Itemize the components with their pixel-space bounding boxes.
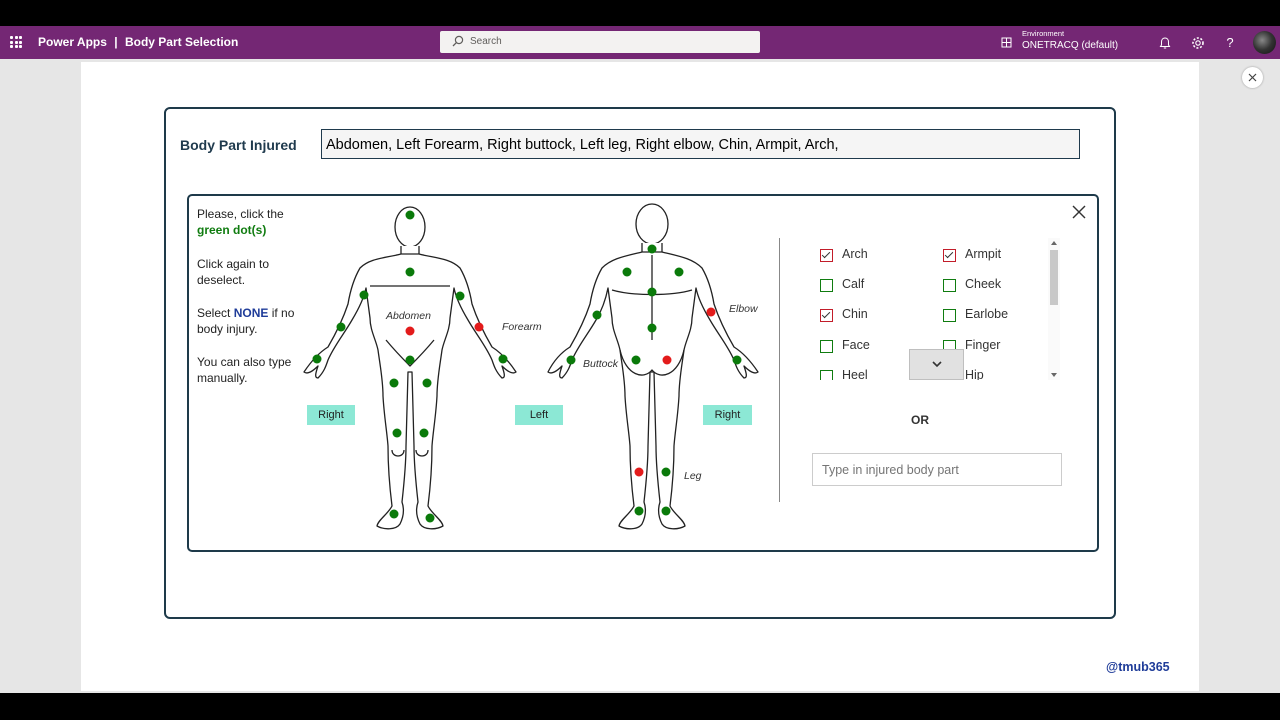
dot-upper-back[interactable] [647, 287, 657, 297]
instruction-deselect: Click again to deselect. [197, 257, 270, 287]
checkbox-label: Face [842, 338, 870, 352]
environment-icon[interactable] [1000, 36, 1013, 49]
label-buttock: Buttock [583, 358, 619, 370]
label-leg: Leg [684, 470, 702, 482]
scroll-down-icon[interactable] [1051, 373, 1057, 377]
checkbox-label: Finger [965, 338, 1001, 352]
dot-chest[interactable] [405, 267, 415, 277]
dot-right-hand[interactable] [312, 354, 322, 364]
help-icon[interactable]: ? [1222, 35, 1238, 51]
chevron-down-icon [932, 361, 942, 368]
expand-list-button[interactable] [909, 349, 964, 380]
instruction-click: Please, click the green dot(s) [197, 206, 297, 238]
checkbox-box[interactable] [943, 309, 956, 322]
dot-back-left-elbow[interactable] [592, 310, 602, 320]
search-box[interactable]: Search [440, 31, 760, 53]
dot-left-forearm[interactable] [474, 322, 484, 332]
dot-right-calf[interactable] [661, 467, 671, 477]
dot-right-thigh[interactable] [389, 378, 399, 388]
front-figure [303, 206, 517, 530]
dot-head[interactable] [405, 210, 415, 220]
side-button-left[interactable]: Left [515, 405, 563, 425]
search-placeholder: Search [470, 36, 502, 47]
checkbox-box[interactable] [820, 370, 833, 380]
dot-right-forearm[interactable] [336, 322, 346, 332]
body-part-label: Body Part Injured [180, 137, 297, 153]
checkbox-label: Hip [965, 368, 984, 380]
dot-left-foot[interactable] [425, 513, 435, 523]
environment-label: Environment [1022, 29, 1065, 38]
checkbox-box[interactable] [820, 249, 833, 262]
checkbox-box[interactable] [820, 340, 833, 353]
body-part-field[interactable]: Abdomen, Left Forearm, Right buttock, Le… [321, 129, 1080, 159]
dot-right-knee[interactable] [392, 428, 402, 438]
bell-icon[interactable] [1157, 35, 1173, 51]
close-panel-icon[interactable] [1071, 204, 1087, 220]
label-abdomen: Abdomen [385, 310, 431, 322]
dot-left-shoulder[interactable] [455, 291, 465, 301]
dot-back-left-shoulder[interactable] [674, 267, 684, 277]
checkbox-box[interactable] [943, 279, 956, 292]
checkbox-label: Calf [842, 277, 865, 291]
instruction-none: Select NONE if no body injury. [197, 305, 297, 337]
app-title: Power Apps | Body Part Selection [38, 35, 238, 49]
instruction-manual: You can also type manually. [197, 355, 292, 385]
instruction-none-prefix: Select [197, 306, 231, 320]
scroll-up-icon[interactable] [1051, 241, 1057, 245]
dot-left-heel[interactable] [634, 506, 644, 516]
dot-back-right-elbow[interactable] [706, 307, 716, 317]
dot-back-right-hand[interactable] [732, 355, 742, 365]
checkbox-label: Cheek [965, 277, 1002, 291]
gear-icon[interactable] [1190, 35, 1206, 51]
instruction-green-dots: green dot(s) [197, 223, 267, 237]
label-forearm: Forearm [502, 321, 542, 333]
dot-back-left-hand[interactable] [566, 355, 576, 365]
instruction-click-text: Please, click the [197, 207, 284, 221]
search-icon [452, 35, 464, 47]
dot-left-hand[interactable] [498, 354, 508, 364]
app-name[interactable]: Power Apps [38, 35, 107, 49]
checkbox-label: Chin [842, 307, 868, 321]
scroll-thumb[interactable] [1050, 250, 1058, 305]
manual-body-part-input[interactable] [812, 453, 1062, 486]
checkbox-box[interactable] [820, 279, 833, 292]
title-separator: | [114, 35, 118, 49]
dot-left-knee[interactable] [419, 428, 429, 438]
checkbox-label: Armpit [965, 247, 1002, 261]
label-elbow: Elbow [729, 303, 759, 315]
body-diagram: Abdomen Forearm Elbow Buttock Leg [303, 203, 759, 530]
dot-right-buttock[interactable] [662, 355, 672, 365]
page-name: Body Part Selection [124, 35, 239, 49]
dot-lower-back[interactable] [647, 323, 657, 333]
dot-groin[interactable] [405, 355, 415, 365]
dot-left-thigh[interactable] [422, 378, 432, 388]
checkbox-label: Arch [842, 247, 868, 261]
dot-left-buttock[interactable] [631, 355, 641, 365]
checklist-scrollbar[interactable] [1048, 238, 1060, 380]
checkbox-box[interactable] [943, 249, 956, 262]
checkbox-label: Heel [842, 368, 868, 380]
app-launcher-icon[interactable] [10, 36, 22, 48]
divider [779, 238, 780, 502]
dot-neck-back[interactable] [647, 244, 657, 254]
avatar[interactable] [1253, 31, 1276, 54]
instruction-none-keyword: NONE [233, 306, 269, 320]
dot-left-calf[interactable] [634, 467, 644, 477]
checkbox-label: Earlobe [965, 307, 1009, 321]
side-button-front-right[interactable]: Right [307, 405, 355, 425]
checkbox-box[interactable] [820, 309, 833, 322]
dot-abdomen[interactable] [405, 326, 415, 336]
app-header-bar: Power Apps | Body Part Selection Search … [0, 26, 1280, 59]
dot-right-heel[interactable] [661, 506, 671, 516]
dot-back-right-shoulder[interactable] [622, 267, 632, 277]
credit-handle: @tmub365 [1106, 660, 1170, 674]
close-icon [1248, 73, 1257, 82]
dot-right-foot[interactable] [389, 509, 399, 519]
or-label: OR [911, 413, 929, 427]
side-button-back-right[interactable]: Right [703, 405, 752, 425]
environment-name[interactable]: ONETRACQ (default) [1022, 40, 1118, 51]
close-app-button[interactable] [1242, 67, 1263, 88]
dot-right-shoulder[interactable] [359, 290, 369, 300]
